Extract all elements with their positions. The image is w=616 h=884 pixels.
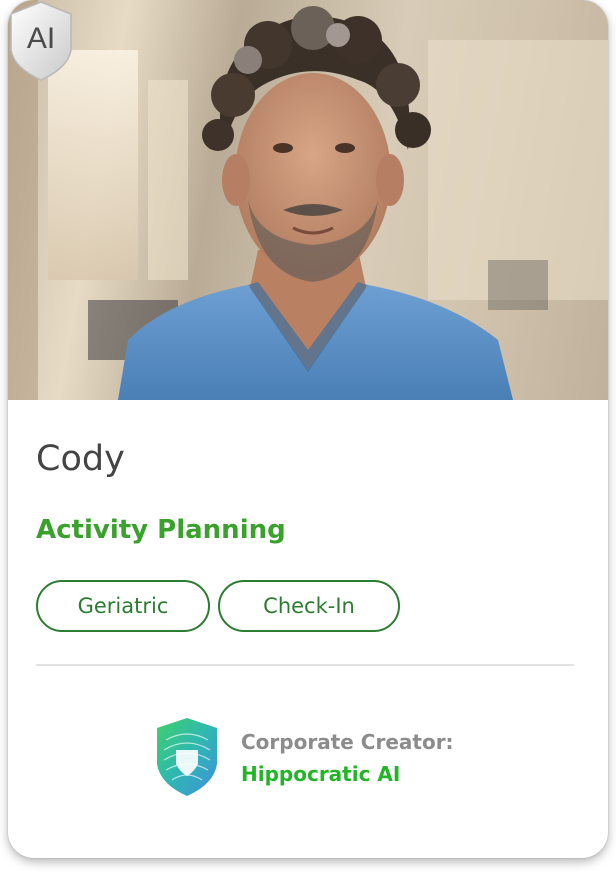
ai-badge-icon: AI [10, 1, 72, 81]
tag-check-in[interactable]: Check-In [218, 580, 400, 632]
portrait-illustration [8, 0, 608, 400]
svg-text:AI: AI [27, 22, 55, 55]
creator-label: Corporate Creator: [241, 730, 454, 754]
hippocratic-logo-icon [157, 718, 217, 796]
divider [36, 664, 574, 666]
profile-photo: AI [8, 0, 608, 400]
agent-name: Cody [36, 439, 125, 479]
creator-name[interactable]: Hippocratic AI [241, 760, 400, 788]
tag-geriatric[interactable]: Geriatric [36, 580, 210, 632]
agent-role: Activity Planning [36, 515, 286, 545]
agent-card[interactable]: AI Cody Activity Planning Geriatric Chec… [8, 0, 608, 858]
